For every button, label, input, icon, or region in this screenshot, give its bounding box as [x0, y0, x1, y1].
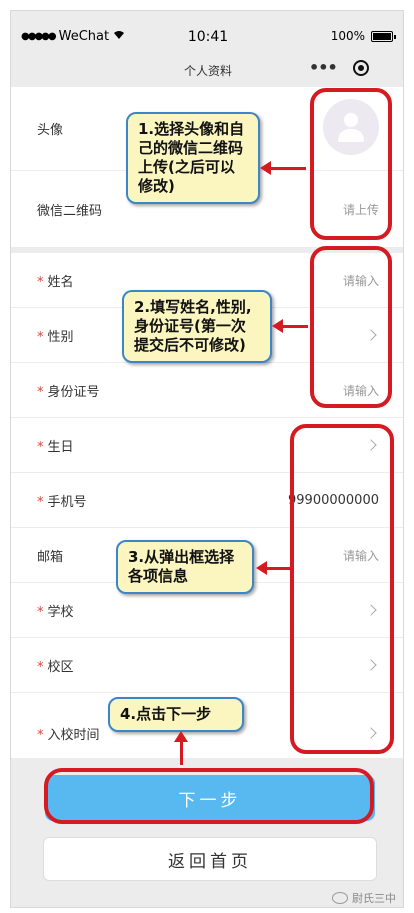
required-mark: * — [37, 659, 44, 675]
nav-bar: 个人资料 ••• — [11, 56, 403, 86]
annotation-step2: 2.填写姓名,性别,身份证号(第一次提交后不可修改) — [122, 290, 272, 363]
name-label: 姓名 — [47, 274, 74, 290]
avatar-label: 头像 — [37, 123, 64, 138]
battery-icon — [371, 30, 396, 42]
required-mark: * — [37, 494, 44, 510]
battery-percent: 100% — [330, 29, 365, 43]
annotation-step1: 1.选择头像和自己的微信二维码上传(之后可以修改) — [126, 112, 260, 204]
more-icon[interactable]: ••• — [309, 58, 338, 77]
annotation-box-select — [290, 424, 394, 754]
qr-label: 微信二维码 — [37, 203, 103, 219]
watermark: 尉氏三中 — [332, 890, 396, 906]
required-mark: * — [37, 604, 44, 620]
required-mark: * — [37, 274, 44, 290]
required-mark: * — [37, 329, 44, 345]
required-mark: * — [37, 384, 44, 400]
required-mark: * — [37, 439, 44, 455]
phone-label: 手机号 — [47, 494, 87, 510]
gender-label: 性别 — [47, 329, 74, 345]
close-miniprogram-icon[interactable] — [353, 60, 369, 76]
back-home-button[interactable]: 返回首页 — [43, 837, 377, 881]
annotation-box-upload — [310, 88, 392, 240]
annotation-arrow-3 — [256, 561, 292, 575]
annotation-step3: 3.从弹出框选择各项信息 — [116, 540, 254, 594]
annotation-arrow-4 — [174, 731, 188, 765]
id-label: 身份证号 — [47, 384, 100, 400]
annotation-box-identity — [310, 246, 392, 408]
required-mark: * — [37, 727, 44, 743]
watermark-text: 尉氏三中 — [352, 892, 396, 905]
wechat-icon — [332, 892, 348, 904]
annotation-arrow-1 — [260, 161, 306, 175]
annotation-step4: 4.点击下一步 — [108, 697, 244, 732]
birthday-label: 生日 — [47, 439, 74, 455]
email-label: 邮箱 — [37, 549, 64, 565]
annotation-arrow-2 — [272, 319, 308, 333]
enroll-label: 入校时间 — [47, 727, 100, 743]
annotation-box-next — [44, 768, 374, 824]
school-label: 学校 — [47, 604, 74, 620]
campus-label: 校区 — [47, 659, 74, 675]
page-title: 个人资料 — [183, 64, 232, 78]
status-bar: ●●●●● WeChat 10:41 100% — [11, 29, 403, 49]
